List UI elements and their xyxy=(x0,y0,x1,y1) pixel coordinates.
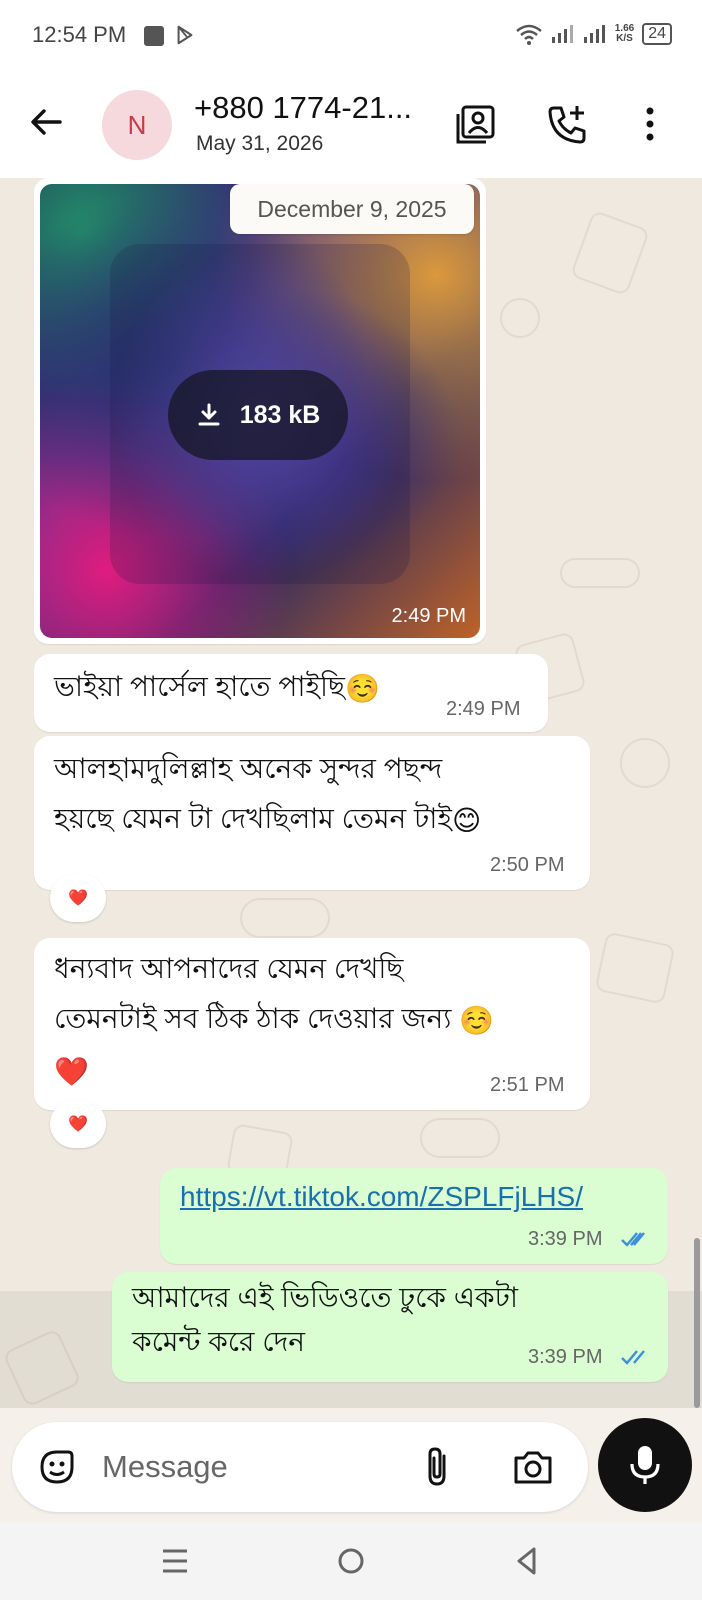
wallpaper-doodle xyxy=(560,558,640,588)
heart-reaction[interactable]: ❤️ xyxy=(50,1100,106,1148)
menu-icon[interactable] xyxy=(156,1542,194,1580)
network-speed: 1.66 K/S xyxy=(615,24,634,44)
message-time: 2:49 PM xyxy=(446,698,521,720)
contact-subtitle[interactable]: May 31, 2026 xyxy=(196,132,323,156)
smiling-eyes-emoji: 😊 xyxy=(451,804,482,836)
smiling-face-emoji: ☺️ xyxy=(345,672,380,704)
outgoing-message[interactable]: https://vt.tiktok.com/ZSPLFjLHS/ 3:39 PM xyxy=(160,1168,668,1264)
wallpaper-doodle xyxy=(569,209,651,297)
message-line: আমাদের এই ভিডিওতে ঢুকে একটা xyxy=(132,1282,518,1313)
message-time: 3:39 PM xyxy=(528,1228,603,1250)
download-size: 183 kB xyxy=(239,400,321,429)
contact-card-icon[interactable] xyxy=(454,102,498,146)
message-line: কমেন্ট করে দেন xyxy=(132,1326,305,1357)
smiling-face-emoji: ☺️ xyxy=(459,1004,495,1036)
message-time: 2:49 PM xyxy=(391,605,466,627)
wallpaper-doodle xyxy=(240,898,330,938)
mic-icon xyxy=(630,1446,660,1484)
date-chip: December 9, 2025 xyxy=(230,184,474,234)
download-icon xyxy=(198,403,220,426)
add-call-icon[interactable] xyxy=(546,102,590,146)
image-message[interactable]: 183 kB 2:49 PM xyxy=(34,178,486,644)
tiktok-link[interactable]: https://vt.tiktok.com/ZSPLFjLHS/ xyxy=(180,1172,583,1222)
back-icon[interactable] xyxy=(508,1542,546,1580)
message-time: 3:39 PM xyxy=(528,1346,603,1368)
scrollbar[interactable] xyxy=(694,1238,700,1408)
status-indicators: 1.66 K/S 24 xyxy=(515,22,672,46)
outgoing-message[interactable]: আমাদের এই ভিডিওতে ঢুকে একটা কমেন্ট করে দ… xyxy=(112,1272,668,1382)
message-input[interactable] xyxy=(102,1446,402,1488)
back-arrow-icon[interactable] xyxy=(26,102,66,142)
heart-reaction[interactable]: ❤️ xyxy=(50,874,106,922)
wallpaper-doodle xyxy=(420,1118,500,1158)
incoming-message[interactable]: আলহামদুলিল্লাহ অনেক সুন্দর পছন্দ হয়ছে য… xyxy=(34,736,590,890)
more-vertical-icon[interactable] xyxy=(628,102,672,146)
message-line: ভাইয়া পার্সেল হাতে পাইছি xyxy=(54,671,345,702)
read-ticks-icon xyxy=(621,1350,645,1365)
message-time: 2:51 PM xyxy=(490,1074,565,1096)
message-composer[interactable] xyxy=(12,1422,588,1512)
message-line: ধন্যবাদ আপনাদের যেমন দেখছি xyxy=(54,953,404,984)
status-time: 12:54 PM xyxy=(32,22,127,47)
red-heart-emoji: ❤️ xyxy=(54,1056,89,1088)
read-ticks-icon xyxy=(621,1232,645,1247)
avatar[interactable]: N xyxy=(102,90,172,160)
message-text: ধন্যবাদ আপনাদের যেমন দেখছি তেমনটাই সব ঠি… xyxy=(54,944,494,1097)
signal-icon xyxy=(551,25,573,43)
camera-icon[interactable] xyxy=(510,1444,556,1490)
message-line: আলহামদুলিল্লাহ অনেক সুন্দর পছন্দ xyxy=(54,753,443,784)
download-button[interactable]: 183 kB xyxy=(168,370,348,460)
signal-icon-2 xyxy=(583,25,605,43)
message-text: আমাদের এই ভিডিওতে ঢুকে একটা কমেন্ট করে দ… xyxy=(132,1276,518,1364)
system-nav-bar xyxy=(0,1522,702,1600)
mic-button[interactable] xyxy=(598,1418,692,1512)
status-bar: 12:54 PM 1.66 K/S 24 xyxy=(0,0,702,72)
attach-icon[interactable] xyxy=(416,1444,462,1490)
wallpaper-doodle xyxy=(620,738,670,788)
chat-header: N +880 1774-21... May 31, 2026 xyxy=(0,72,702,178)
play-store-icon xyxy=(177,25,193,45)
message-line: হয়ছে যেমন টা দেখছিলাম তেমন টাই xyxy=(54,803,452,834)
contact-name[interactable]: +880 1774-21... xyxy=(194,90,412,126)
notification-icon xyxy=(144,26,164,46)
message-line: তেমনটাই সব ঠিক ঠাক দেওয়ার জন্য xyxy=(54,1003,452,1034)
wifi-icon xyxy=(515,24,542,45)
battery-level: 24 xyxy=(642,23,672,45)
message-time: 2:50 PM xyxy=(490,854,565,876)
chat-area[interactable]: 183 kB 2:49 PM December 9, 2025 ভাইয়া প… xyxy=(0,178,702,1408)
sticker-icon[interactable] xyxy=(34,1444,80,1490)
message-text: আলহামদুলিল্লাহ অনেক সুন্দর পছন্দ হয়ছে য… xyxy=(54,744,481,846)
blurred-image-thumbnail[interactable]: 183 kB 2:49 PM xyxy=(40,184,480,638)
home-icon[interactable] xyxy=(332,1542,370,1580)
incoming-message[interactable]: ভাইয়া পার্সেল হাতে পাইছি☺️ 2:49 PM xyxy=(34,654,548,732)
wallpaper-doodle xyxy=(594,931,676,1005)
network-speed-unit: K/S xyxy=(616,33,633,44)
message-text: ভাইয়া পার্সেল হাতে পাইছি☺️ xyxy=(54,662,380,714)
wallpaper-doodle xyxy=(500,298,540,338)
incoming-message[interactable]: ধন্যবাদ আপনাদের যেমন দেখছি তেমনটাই সব ঠি… xyxy=(34,938,590,1110)
